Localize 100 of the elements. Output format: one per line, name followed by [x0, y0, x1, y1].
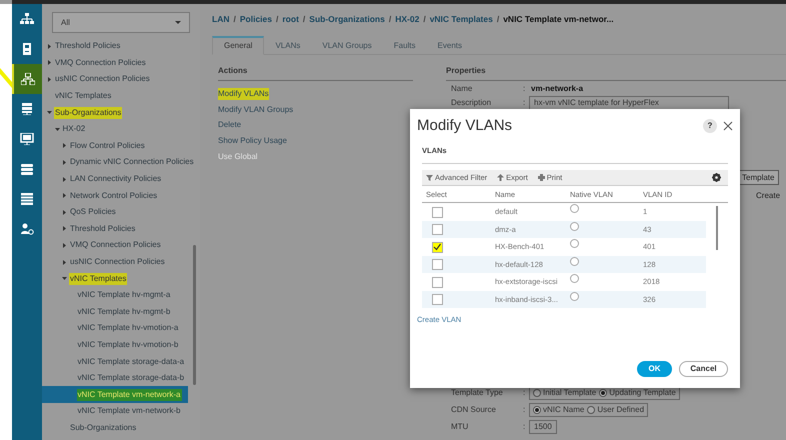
tree-item[interactable]: vNIC Template hv-mgmt-b — [42, 304, 200, 320]
radio-button[interactable] — [533, 389, 541, 397]
breadcrumb-separator: / — [302, 12, 306, 26]
tree-item[interactable]: vNIC Template vm-network-a — [42, 386, 188, 404]
close-icon[interactable] — [723, 121, 733, 131]
breadcrumb-link[interactable]: Policies — [240, 12, 272, 26]
tree-item[interactable]: VMQ Connection Policies — [42, 54, 200, 72]
cancel-button[interactable]: Cancel — [679, 361, 728, 377]
filter-icon — [426, 174, 433, 182]
tree-item[interactable]: Threshold Policies — [42, 38, 200, 55]
tab[interactable]: General — [212, 36, 264, 55]
checkbox[interactable] — [432, 259, 443, 270]
scrollbar[interactable] — [716, 206, 718, 250]
checkbox[interactable] — [432, 242, 443, 252]
filter-dropdown[interactable]: All — [52, 12, 190, 33]
action-link: Use Global — [218, 150, 258, 163]
breadcrumb-link[interactable]: vNIC Templates — [430, 12, 493, 26]
network-tree-icon — [20, 13, 34, 25]
separator-label: : — [523, 404, 526, 416]
radio-button[interactable] — [587, 406, 596, 414]
tree-item[interactable]: Dynamic vNIC Connection Policies — [42, 154, 200, 171]
tree-item[interactable]: vNIC Template hv-mgmt-a — [42, 286, 200, 304]
tree-item[interactable]: HX-02 — [42, 120, 200, 138]
breadcrumb-link[interactable]: root — [282, 12, 299, 26]
checkbox[interactable] — [432, 224, 443, 235]
tree-item[interactable]: Sub-Organizations — [42, 104, 200, 121]
tree-item[interactable]: vNIC Template storage-data-b — [42, 370, 200, 386]
tree-item[interactable]: QoS Policies — [42, 204, 200, 221]
breadcrumb-current: vNIC Template vm-networ... — [503, 12, 614, 26]
separator-label: : — [523, 83, 526, 95]
tree-item[interactable]: LAN Connectivity Policies — [42, 170, 200, 188]
radio-label: User Defined — [597, 404, 644, 416]
collapsed-caret-icon — [47, 60, 52, 66]
tree-item[interactable]: usNIC Connection Policies — [42, 71, 200, 88]
collapsed-caret-icon — [62, 176, 67, 182]
tree-item[interactable]: Sub-Organizations — [42, 420, 200, 436]
tree-item[interactable]: vNIC Template hv-vmotion-a — [42, 320, 200, 337]
scrollbar[interactable] — [193, 245, 196, 385]
radio-button[interactable] — [570, 222, 579, 231]
breadcrumb-link[interactable]: LAN — [212, 12, 230, 26]
tree-item[interactable]: VMQ Connection Policies — [42, 237, 200, 254]
field-value: vm-network-a — [531, 83, 584, 95]
breadcrumb-link[interactable]: Sub-Organizations — [309, 12, 385, 26]
action-link[interactable]: Delete — [218, 119, 242, 132]
network-icon — [21, 73, 35, 85]
tab[interactable]: Events — [426, 36, 473, 55]
checkbox[interactable] — [432, 206, 443, 218]
tree-item[interactable]: vNIC Template vm-network-b — [42, 403, 200, 420]
tree-item[interactable]: vNIC Templates — [42, 270, 200, 287]
tree-item[interactable]: Threshold Policies — [42, 220, 200, 238]
checkbox[interactable] — [432, 276, 443, 288]
tree-item[interactable]: Flow Control Policies — [42, 138, 200, 154]
action-link[interactable]: Modify VLAN Groups — [218, 104, 294, 116]
collapsed-caret-icon — [62, 143, 67, 148]
field-label: MTU — [450, 421, 470, 433]
breadcrumb-link[interactable]: HX-02 — [395, 12, 420, 26]
tree-item[interactable]: usNIC Connection Policies — [42, 254, 200, 270]
collapsed-caret-icon — [62, 160, 67, 165]
tree-item[interactable]: vNIC Templates — [42, 88, 200, 104]
help-button[interactable]: ? — [703, 119, 717, 133]
section-heading: Properties — [446, 65, 786, 81]
checkbox[interactable] — [432, 294, 443, 305]
rack-icon — [20, 103, 34, 115]
tab[interactable]: Faults — [382, 36, 427, 55]
radio-label: Updating Template — [609, 387, 676, 399]
tab[interactable]: VLAN Groups — [311, 36, 383, 55]
storage-icon — [20, 163, 34, 175]
tab[interactable]: VLANs — [264, 36, 312, 55]
breadcrumb-separator: / — [423, 12, 426, 26]
expanded-caret-icon — [47, 110, 52, 116]
arrow-up-icon — [497, 174, 504, 182]
radio-button[interactable] — [533, 406, 541, 414]
template-button[interactable]: Template — [737, 170, 780, 185]
collapsed-caret-icon — [62, 210, 67, 215]
sidebar-tab[interactable] — [12, 64, 42, 94]
caret-icon — [175, 21, 181, 24]
field-label: Description — [450, 97, 492, 109]
input-field[interactable]: 1500 — [529, 420, 557, 434]
settings-icon[interactable] — [712, 173, 721, 182]
tree-item[interactable]: vNIC Template storage-data-a — [42, 353, 200, 370]
ok-button[interactable]: OK — [637, 361, 672, 377]
collapsed-caret-icon — [62, 226, 67, 232]
separator-label: : — [523, 421, 526, 433]
field-label: CDN Source — [450, 404, 497, 416]
checkmark-icon — [433, 243, 442, 251]
radio-button[interactable] — [570, 274, 579, 284]
radio-button[interactable] — [570, 256, 579, 266]
list-icon — [20, 193, 34, 205]
dialog-title: Modify VLANs — [417, 116, 514, 136]
action-link[interactable]: Modify VLANs — [218, 88, 269, 100]
radio-button[interactable] — [570, 204, 579, 214]
radio-button[interactable] — [570, 292, 579, 301]
action-link[interactable]: Show Policy Usage — [218, 134, 287, 147]
tree-item[interactable]: vNIC Template hv-vmotion-b — [42, 336, 200, 354]
radio-button[interactable] — [570, 239, 579, 248]
collapsed-caret-icon — [62, 193, 67, 198]
breadcrumb-separator: / — [233, 12, 236, 26]
collapsed-caret-icon — [47, 44, 52, 49]
tree-item[interactable]: Network Control Policies — [42, 187, 200, 204]
radio-button[interactable] — [599, 389, 608, 397]
